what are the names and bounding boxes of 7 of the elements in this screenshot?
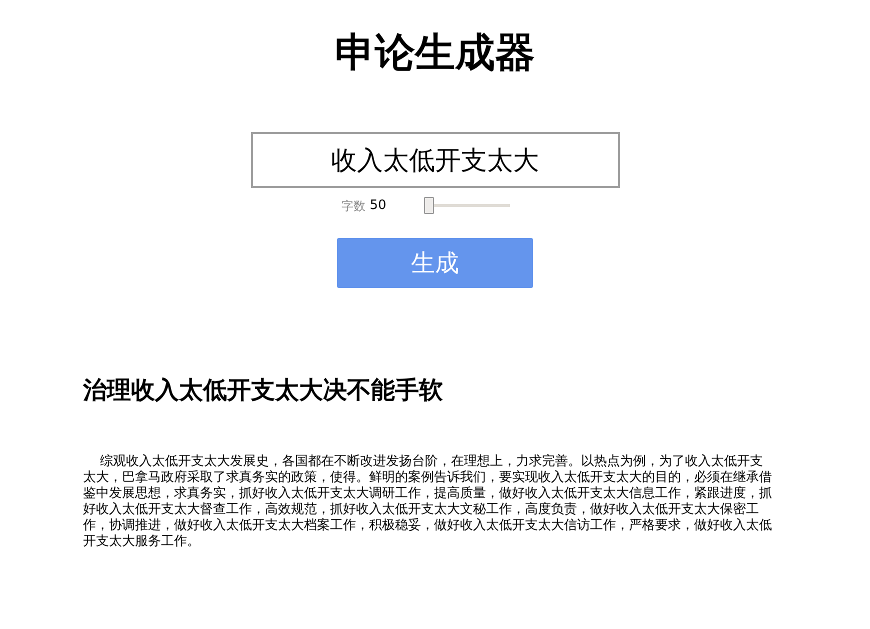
page-title: 申论生成器 xyxy=(335,29,535,78)
topic-input[interactable]: 收入太低开支太大 xyxy=(250,132,620,188)
slider-thumb[interactable] xyxy=(424,197,434,214)
word-count-value: 50 xyxy=(370,197,386,215)
article-body: 综观收入太低开支太大发展史，各国都在不断改进发扬台阶，在理想上，力求完善。以热点为例，为了收入太低开支太大，巴拿马政府采取了求真务实的政策，使得。鲜明的案例告诉我们，要实现收入太低开支太大的目的，必须在继承借鉴中发展思想，求真务实，抓好收入太低开支太大调研工作，提高质量，做好收入太低开支太大信息工作，紧跟进度，抓好收入太低开支太大督查工作，高效规范，抓好收入太低开支太大文秘工作，高度负责，做好收入太低开支太大保密工作，协调推进，做好收入太低开支太大档案工作，积极稳妥，做好收入太低开支太大信访工作，严格要求，做好收入太低开支太大服务工作。 xyxy=(83,454,773,550)
article-heading: 治理收入太低开支太大决不能手软 xyxy=(83,376,444,404)
word-count-label: 字数 xyxy=(342,198,366,215)
